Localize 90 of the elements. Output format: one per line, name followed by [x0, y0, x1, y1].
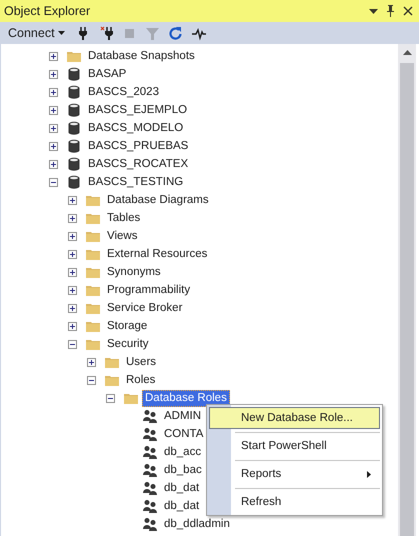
- tree-item[interactable]: Service Broker: [104, 300, 186, 316]
- dropdown-icon[interactable]: [369, 8, 378, 14]
- database-icon: [67, 139, 81, 153]
- database-icon: [67, 103, 81, 117]
- expand-icon[interactable]: [68, 304, 77, 312]
- unplug-icon[interactable]: [100, 26, 114, 40]
- collapse-icon[interactable]: [106, 394, 115, 402]
- expand-icon[interactable]: [49, 106, 58, 114]
- tree-item[interactable]: BASAP: [85, 66, 130, 82]
- role-icon: [143, 409, 157, 423]
- tree-item[interactable]: db_dat: [161, 498, 202, 514]
- tree-item[interactable]: Database Snapshots: [85, 48, 198, 64]
- expand-icon[interactable]: [49, 124, 58, 132]
- expand-icon[interactable]: [87, 358, 96, 366]
- folder-icon: [86, 247, 100, 261]
- tree-item[interactable]: Security: [104, 336, 152, 352]
- tree-item[interactable]: External Resources: [104, 246, 210, 262]
- expand-icon[interactable]: [68, 232, 77, 240]
- folder-icon: [86, 265, 100, 279]
- menu-item[interactable]: New Database Role...: [209, 407, 380, 429]
- tree-item[interactable]: db_ddladmin: [161, 516, 233, 532]
- tree-item[interactable]: Database Diagrams: [104, 192, 212, 208]
- role-icon: [143, 463, 157, 477]
- tree-item[interactable]: Views: [104, 228, 140, 244]
- tree-item[interactable]: db_acc: [161, 444, 204, 460]
- activity-icon[interactable]: [192, 26, 206, 40]
- tree-item[interactable]: Programmability: [104, 282, 194, 298]
- collapse-icon[interactable]: [87, 376, 96, 384]
- expand-icon[interactable]: [49, 70, 58, 78]
- folder-icon: [86, 337, 100, 351]
- expand-icon[interactable]: [49, 160, 58, 168]
- tree-item[interactable]: BASCS_MODELO: [85, 120, 186, 136]
- tree-item[interactable]: Database Roles: [142, 390, 230, 406]
- tree-item[interactable]: BASCS_2023: [85, 84, 162, 100]
- folder-icon: [86, 193, 100, 207]
- tree-item[interactable]: Synonyms: [104, 264, 164, 280]
- database-icon: [67, 67, 81, 81]
- expand-icon[interactable]: [49, 142, 58, 150]
- folder-icon: [67, 49, 81, 63]
- tree-item[interactable]: Storage: [104, 318, 150, 334]
- collapse-icon[interactable]: [49, 178, 58, 186]
- expand-icon[interactable]: [68, 214, 77, 222]
- folder-icon: [105, 373, 119, 387]
- pin-icon[interactable]: [386, 5, 395, 17]
- folder-icon: [86, 229, 100, 243]
- connect-button[interactable]: Connect: [4, 23, 69, 43]
- expand-icon[interactable]: [49, 52, 58, 60]
- folder-icon: [124, 391, 138, 405]
- tree-item[interactable]: CONTA: [161, 426, 206, 442]
- close-icon[interactable]: [403, 6, 413, 16]
- tree-item[interactable]: Users: [123, 354, 160, 370]
- window-title: Object Explorer: [4, 4, 92, 18]
- submenu-arrow-icon: [367, 470, 371, 478]
- tree-item[interactable]: BASCS_TESTING: [85, 174, 186, 190]
- tree-item[interactable]: db_dat: [161, 480, 202, 496]
- role-icon: [143, 499, 157, 513]
- database-icon: [67, 157, 81, 171]
- refresh-icon[interactable]: [168, 26, 183, 40]
- collapse-icon[interactable]: [68, 340, 77, 348]
- folder-icon: [86, 319, 100, 333]
- role-icon: [143, 445, 157, 459]
- expand-icon[interactable]: [68, 196, 77, 204]
- expand-icon[interactable]: [68, 322, 77, 330]
- menu-item[interactable]: Reports: [209, 463, 380, 485]
- expand-icon[interactable]: [68, 250, 77, 258]
- caret-icon: [58, 31, 65, 35]
- folder-icon: [105, 355, 119, 369]
- tree-item[interactable]: db_bac: [161, 462, 205, 478]
- menu-item[interactable]: Refresh: [209, 491, 380, 513]
- tree-item[interactable]: Tables: [104, 210, 144, 226]
- scrollbar-thumb[interactable]: [400, 63, 414, 536]
- role-icon: [143, 427, 157, 441]
- expand-icon[interactable]: [68, 286, 77, 294]
- database-icon: [67, 121, 81, 135]
- folder-icon: [86, 301, 100, 315]
- database-icon: [67, 85, 81, 99]
- expand-icon[interactable]: [49, 88, 58, 96]
- database-icon: [67, 175, 81, 189]
- scroll-up-icon[interactable]: [402, 50, 412, 55]
- expand-icon[interactable]: [68, 268, 77, 276]
- tree-item[interactable]: ADMIN: [161, 408, 204, 424]
- tree-item[interactable]: Roles: [123, 372, 158, 388]
- tree-item[interactable]: BASCS_EJEMPLO: [85, 102, 190, 118]
- menu-item[interactable]: Start PowerShell: [209, 435, 380, 457]
- folder-icon: [86, 283, 100, 297]
- folder-icon: [86, 211, 100, 225]
- tree-item[interactable]: BASCS_ROCATEX: [85, 156, 192, 172]
- tree-item[interactable]: BASCS_PRUEBAS: [85, 138, 192, 154]
- role-icon: [143, 517, 157, 531]
- role-icon: [143, 481, 157, 495]
